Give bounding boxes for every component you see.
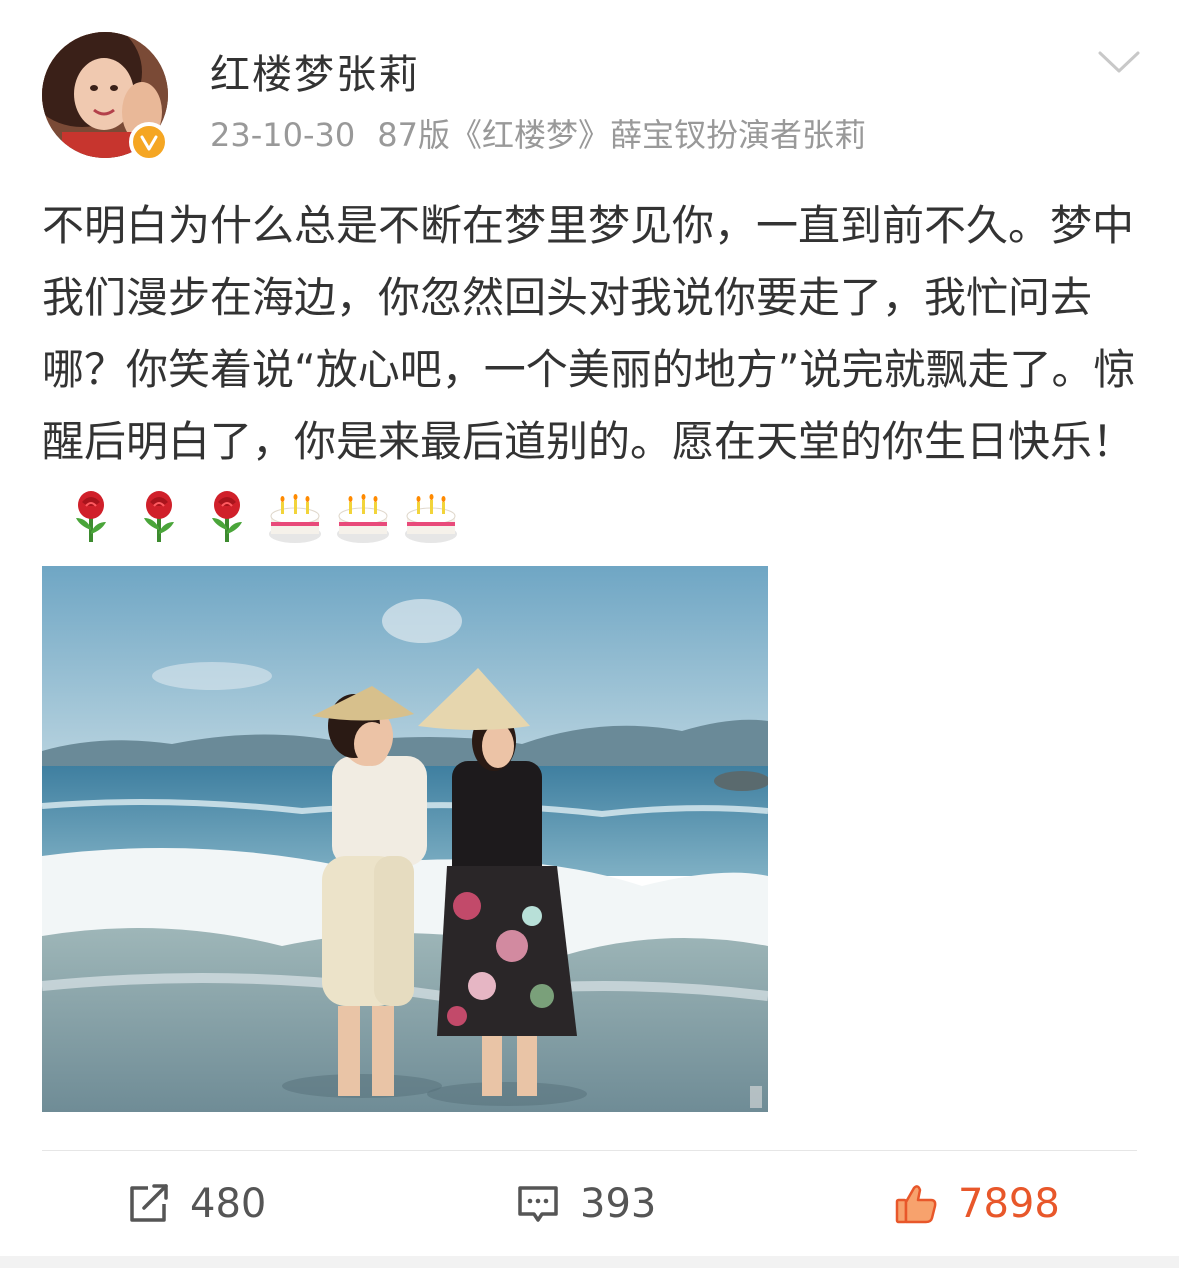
verified-badge-icon <box>129 122 169 162</box>
like-count: 7898 <box>958 1181 1060 1227</box>
repost-button[interactable]: 480 <box>126 1179 266 1229</box>
post-header: 红楼梦张莉 23-10-30 87版《红楼梦》薛宝钗扮演者张莉 <box>0 0 1179 175</box>
rose-icon <box>62 488 120 546</box>
comment-icon <box>518 1186 558 1222</box>
post-body: 不明白为什么总是不断在梦里梦见你，一直到前不久。梦中我们漫步在海边，你忽然回头对… <box>42 201 1136 466</box>
action-bar: 480 393 7898 <box>42 1151 1137 1256</box>
rose-icon <box>198 488 256 546</box>
repost-icon <box>130 1184 168 1222</box>
rose-icon <box>130 488 188 546</box>
post-meta: 23-10-30 87版《红楼梦》薛宝钗扮演者张莉 <box>210 110 866 156</box>
post-photo[interactable] <box>42 566 768 1112</box>
cake-icon <box>334 488 392 546</box>
like-button[interactable]: 7898 <box>894 1179 1060 1229</box>
thumbs-up-icon <box>895 1185 937 1224</box>
cake-icon <box>266 488 324 546</box>
comment-count: 393 <box>580 1181 657 1227</box>
user-bio: 87版《红楼梦》薛宝钗扮演者张莉 <box>377 116 866 154</box>
emoji-row <box>62 488 460 546</box>
user-name[interactable]: 红楼梦张莉 <box>210 42 420 100</box>
post-date: 23-10-30 <box>210 116 356 154</box>
repost-count: 480 <box>190 1181 267 1227</box>
post-text: 不明白为什么总是不断在梦里梦见你，一直到前不久。梦中我们漫步在海边，你忽然回头对… <box>42 190 1142 550</box>
cake-icon <box>402 488 460 546</box>
chevron-down-icon[interactable] <box>1096 45 1142 77</box>
comment-button[interactable]: 393 <box>516 1179 656 1229</box>
bottom-strip <box>0 1256 1179 1268</box>
